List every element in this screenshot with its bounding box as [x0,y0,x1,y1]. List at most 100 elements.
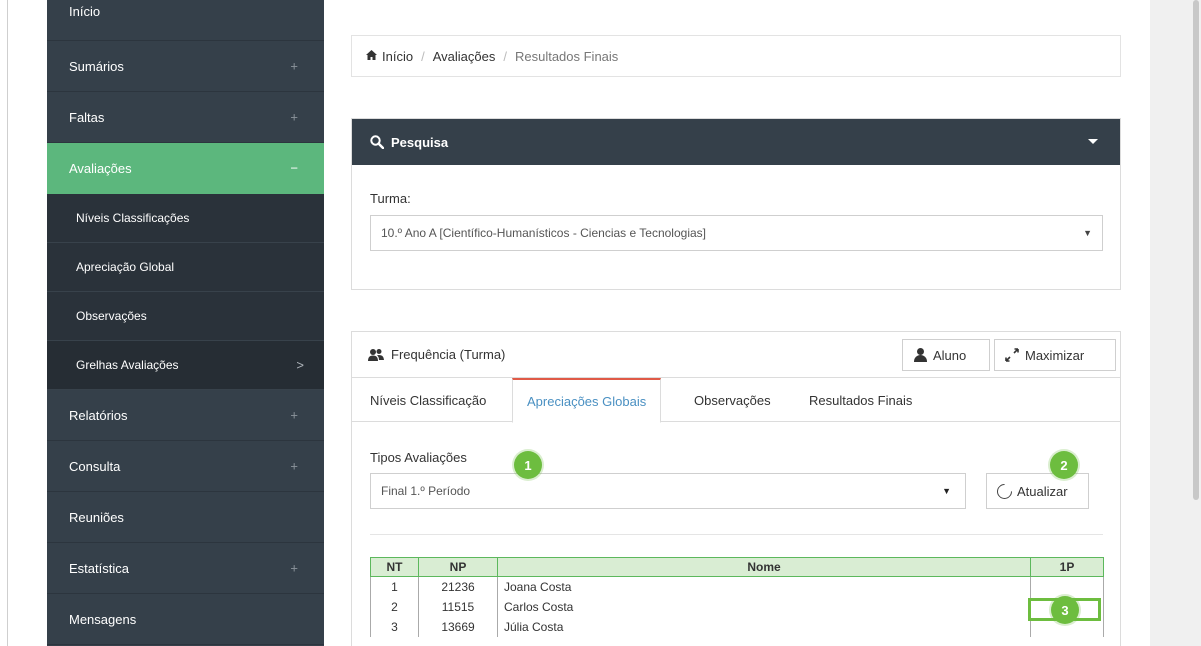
column-header-1p: 1P [1030,557,1104,577]
tab-observacoes[interactable]: Observações [694,378,771,422]
sidebar-item-label: Reuniões [69,509,124,525]
sidebar-item-label: Consulta [69,458,121,474]
maximize-button-label: Maximizar [1025,347,1085,363]
tab-label: Apreciações Globais [527,393,647,409]
refresh-icon [993,480,1016,502]
tipos-avaliacoes-value: Final 1.º Período [381,484,471,498]
tab-niveis-classificacao[interactable]: Níveis Classificação [370,378,486,422]
sidebar-item-mensagens[interactable]: Mensagens [47,594,324,645]
cell-np: 13669 [418,616,498,637]
turma-select[interactable]: 10.º Ano A [Científico-Humanísticos - Ci… [370,215,1103,251]
expand-icon: + [290,560,298,576]
sidebar-item-faltas[interactable]: Faltas + [47,92,324,143]
frequencia-panel-title: Frequência (Turma) [391,347,506,362]
turma-select-value: 10.º Ano A [Científico-Humanísticos - Ci… [381,226,706,240]
sidebar-subitem-label: Observações [76,309,147,323]
sidebar-item-avaliacoes[interactable]: Avaliações − [47,143,324,194]
breadcrumb-avaliacoes-link[interactable]: Avaliações [433,49,496,64]
dropdown-arrow-icon: ▼ [942,486,951,496]
caret-down-icon[interactable] [1088,139,1098,144]
sidebar-item-estatistica[interactable]: Estatística + [47,543,324,594]
tab-label: Resultados Finais [809,392,913,408]
breadcrumb: Início / Avaliações / Resultados Finais [351,35,1121,77]
column-header-nome: Nome [497,557,1031,577]
tab-label: Níveis Classificação [370,392,487,408]
sidebar-item-label: Estatística [69,560,129,576]
sidebar-item-sumarios[interactable]: Sumários + [47,41,324,92]
tipos-avaliacoes-label: Tipos Avaliações [370,450,467,465]
breadcrumb-current: Resultados Finais [514,48,619,64]
atualizar-button[interactable]: Atualizar [986,473,1089,509]
cell-np: 21236 [418,576,498,597]
annotation-badge-1: 1 [514,451,542,479]
cell-nt: 1 [370,576,419,597]
search-icon [370,135,384,149]
search-panel-title: Pesquisa [391,134,449,150]
sidebar-subitem-grelhas-avaliacoes[interactable]: Grelhas Avaliações > [47,341,324,390]
frequencia-panel: Frequência (Turma) Aluno Maximizar Nívei… [351,331,1121,646]
sidebar-item-label: Avaliações [69,160,132,176]
atualizar-button-label: Atualizar [1017,483,1068,499]
users-icon [368,348,384,362]
sidebar-subitem-observacoes[interactable]: Observações [47,292,324,341]
aluno-button-label: Aluno [933,347,967,363]
window-left-edge [0,0,8,646]
turma-label: Turma: [370,191,411,206]
sidebar: Início Sumários + Faltas + Avaliações − … [47,0,324,646]
home-icon [366,49,377,63]
annotation-badge-2: 2 [1050,451,1078,479]
maximize-button[interactable]: Maximizar [994,339,1116,371]
cell-nt: 2 [370,596,419,617]
sidebar-item-consulta[interactable]: Consulta + [47,441,324,492]
sidebar-item-label: Relatórios [69,407,128,423]
cell-nome: Júlia Costa [497,616,1031,637]
expand-icon: + [290,458,298,474]
breadcrumb-separator: / [421,48,425,64]
sidebar-item-label: Faltas [69,109,105,125]
tipos-avaliacoes-select[interactable]: Final 1.º Período ▼ [370,473,966,509]
frequencia-panel-header: Frequência (Turma) Aluno Maximizar [352,332,1120,378]
sidebar-item-label: Mensagens [69,611,137,627]
tab-label: Observações [694,392,771,408]
collapse-icon: − [290,160,298,176]
breadcrumb-separator: / [503,48,507,64]
column-header-nt: NT [370,557,419,577]
cell-1p[interactable] [1030,576,1104,597]
sidebar-subitem-label: Apreciação Global [76,260,175,274]
sidebar-subitem-niveis-classificacoes[interactable]: Níveis Classificações [47,194,324,243]
table-row: 3 13669 Júlia Costa [370,616,1104,637]
search-panel-header[interactable]: Pesquisa [352,119,1120,165]
expand-icon: + [290,58,298,74]
chevron-right-icon: > [296,357,304,373]
sidebar-item-label: Sumários [69,58,124,74]
tab-resultados-finais[interactable]: Resultados Finais [809,378,912,422]
results-table: NT NP Nome 1P 1 21236 Joana Costa 2 1151… [370,557,1104,637]
table-row: 1 21236 Joana Costa [370,576,1104,597]
sidebar-item-label: Início [69,4,101,19]
dropdown-arrow-icon: ▼ [1083,228,1092,238]
annotation-badge-3: 3 [1051,596,1079,624]
sidebar-subitem-label: Grelhas Avaliações [76,358,179,372]
cell-nt: 3 [370,616,419,637]
table-row: 2 11515 Carlos Costa [370,596,1104,617]
divider [370,534,1103,535]
sidebar-subitem-label: Níveis Classificações [76,211,190,225]
search-panel: Pesquisa Turma: 10.º Ano A [Científico-H… [351,118,1121,290]
sidebar-item-inicio[interactable]: Início [47,0,324,41]
user-icon [913,348,927,362]
cell-nome: Carlos Costa [497,596,1031,617]
expand-icon: + [290,407,298,423]
column-header-np: NP [418,557,498,577]
cell-nome: Joana Costa [497,576,1031,597]
sidebar-subitem-apreciacao-global[interactable]: Apreciação Global [47,243,324,292]
scrollbar-thumb[interactable] [1193,0,1199,500]
sidebar-item-reunioes[interactable]: Reuniões [47,492,324,543]
table-header-row: NT NP Nome 1P [370,557,1104,577]
expand-icon: + [290,109,298,125]
sidebar-item-relatorios[interactable]: Relatórios + [47,390,324,441]
aluno-button[interactable]: Aluno [902,339,990,371]
tabs-bar: Níveis Classificação Apreciações Globais… [352,378,1120,423]
breadcrumb-home-link[interactable]: Início [382,49,413,64]
tab-apreciacoes-globais[interactable]: Apreciações Globais [512,378,662,423]
expand-arrows-icon [1005,348,1019,362]
